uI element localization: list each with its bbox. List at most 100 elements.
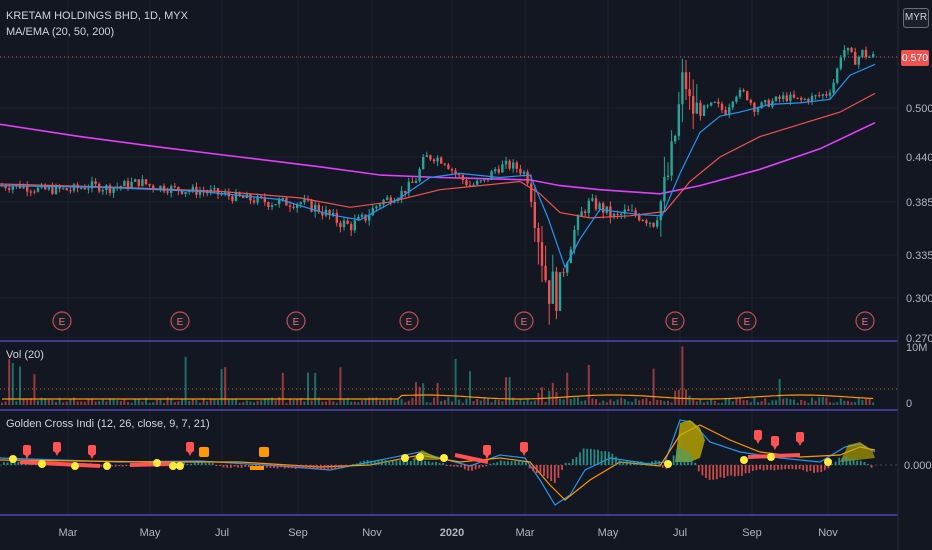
price-candle (33, 189, 36, 195)
histogram-bar (849, 458, 851, 465)
histogram-bar (305, 465, 308, 469)
volume-bar (677, 389, 680, 405)
histogram-bar (319, 465, 322, 470)
histogram-bar (6, 462, 9, 465)
volume-bar (425, 402, 428, 405)
histogram-bar (744, 465, 747, 474)
histogram-bar (705, 465, 707, 478)
histogram-bar (474, 465, 477, 470)
cross-dot (9, 455, 17, 463)
histogram-bar (327, 465, 329, 470)
volume-bar (494, 399, 497, 405)
histogram-bar (337, 465, 340, 468)
volume-bar (213, 398, 216, 405)
price-candle (29, 189, 32, 197)
histogram-bar (730, 465, 733, 476)
volume-bar (803, 400, 806, 405)
volume-bar (353, 401, 356, 405)
volume-bar (811, 397, 813, 405)
price-candle (519, 164, 522, 177)
sell-marker (520, 442, 528, 456)
price-candle (695, 84, 698, 114)
histogram-bar (496, 462, 499, 465)
cross-dot (416, 453, 424, 461)
volume-bar (731, 401, 734, 405)
histogram-bar (780, 465, 783, 470)
price-candle (648, 222, 652, 228)
svg-text:E: E (862, 317, 869, 328)
volume-bar (105, 401, 108, 405)
histogram-bar (561, 465, 563, 470)
cross-dot (71, 462, 79, 470)
currency-button[interactable]: MYR (903, 8, 929, 28)
time-axis[interactable]: Mar May Jul Sep Nov 2020 Mar May Jul Sep Nov (59, 527, 839, 539)
volume-bar (191, 398, 194, 405)
volume-bar (472, 400, 475, 405)
volume-bar (832, 402, 835, 405)
histogram-bar (834, 461, 837, 465)
histogram-bar (269, 465, 272, 469)
volume-bar (134, 398, 137, 405)
price-candle (540, 226, 544, 283)
volume-bar (260, 400, 263, 405)
sell-marker (483, 445, 491, 459)
volume-bar (641, 399, 644, 405)
histogram-bar (489, 463, 491, 465)
histogram-bar (838, 457, 841, 465)
histogram-bar (759, 465, 761, 470)
volume-bar (591, 398, 594, 405)
volume-bar (861, 400, 864, 405)
volume-bar (490, 402, 493, 405)
volume-bar (22, 399, 25, 405)
price-candle (479, 179, 482, 184)
histogram-bar (298, 465, 301, 468)
volume-bar (379, 400, 381, 405)
histogram-bar (697, 465, 700, 472)
price-candle (101, 188, 104, 195)
volume-bar (15, 401, 18, 405)
volume-bar (152, 402, 155, 405)
histogram-bar (355, 463, 358, 465)
earnings-markers[interactable]: EEEEEEEE (52, 311, 875, 331)
price-candle (670, 130, 673, 181)
volume-bar (595, 399, 597, 405)
histogram-bar (766, 465, 769, 470)
chart-canvas[interactable]: EEEEEEEE 0.5000.4400.3850.3350.3000.2701… (0, 0, 932, 550)
volume-bar (296, 398, 299, 405)
golden-cross-indicator-label[interactable]: Golden Cross Indi (12, 26, close, 9, 7, … (6, 418, 210, 430)
price-candle (850, 46, 853, 53)
histogram-bar (381, 459, 383, 465)
volume-bar (242, 402, 245, 405)
histogram-bar (294, 465, 297, 470)
histogram-bar (309, 465, 311, 469)
volume-bar (69, 398, 72, 405)
price-candle (699, 99, 702, 121)
volume-bar (508, 377, 511, 405)
volume-indicator-label[interactable]: Vol (20) (6, 349, 44, 361)
volume-bar (418, 386, 421, 405)
volume-bar (753, 397, 756, 405)
histogram-bar (388, 461, 391, 465)
histogram-bar (823, 465, 826, 471)
volume-bar (458, 399, 461, 405)
price-candle (728, 103, 731, 119)
signal-segment (19, 460, 101, 468)
price-candle (814, 94, 817, 100)
time-tick-label: Nov (818, 527, 838, 539)
volume-bar (454, 358, 457, 405)
histogram-bar (640, 461, 643, 465)
volume-bar (461, 402, 464, 405)
price-axis[interactable]: 0.5000.4400.3850.3350.3000.27010M00.000 (904, 103, 932, 472)
price-candle (274, 203, 277, 206)
volume-bar (656, 399, 659, 405)
ma-indicator-label[interactable]: MA/EMA (20, 50, 200) (6, 26, 114, 38)
volume-bar (526, 398, 529, 405)
volume-bar (328, 400, 331, 405)
histogram-bar (625, 460, 628, 465)
price-candle (350, 221, 353, 237)
volume-bar (249, 401, 252, 405)
histogram-bar (622, 461, 625, 465)
volume-bar (443, 400, 446, 405)
price-tick-label: 0.300 (906, 293, 932, 305)
histogram-bar (499, 460, 502, 465)
